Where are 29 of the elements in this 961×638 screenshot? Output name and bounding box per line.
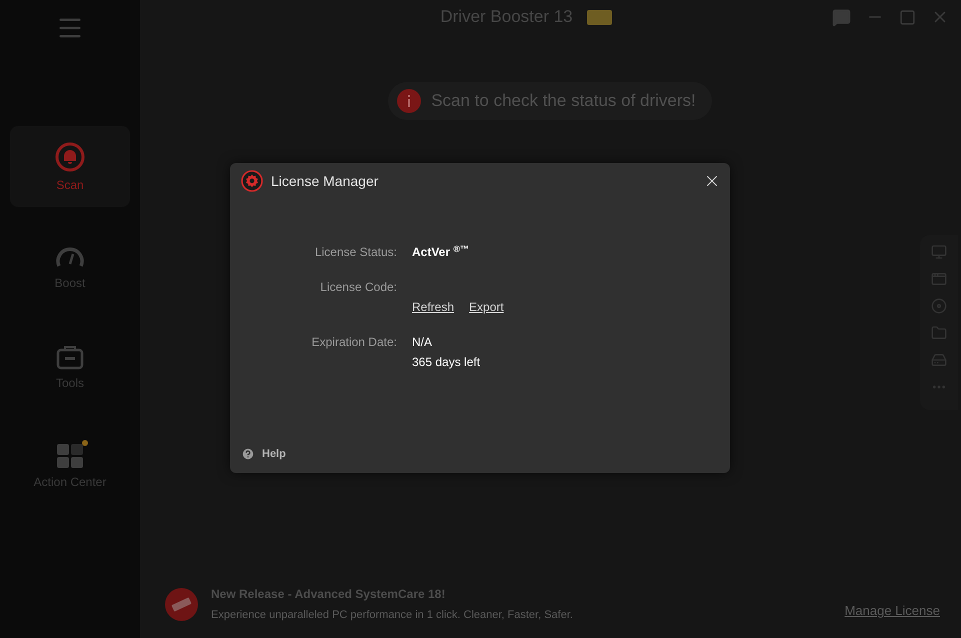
field-label: License Status:: [314, 244, 397, 261]
text-link[interactable]: Refresh: [412, 297, 454, 317]
help-icon[interactable]: [241, 447, 255, 461]
bell-ring-icon: [55, 142, 85, 172]
promo-subtitle: Experience unparalleled PC performance in 1 click. Cleaner, Faster, Safer.: [211, 608, 574, 623]
field-value: N/A: [412, 334, 434, 351]
badge-icon: [586, 10, 612, 24]
info-icon: [397, 89, 422, 113]
round-badge-icon: [165, 588, 198, 620]
monitor-icon[interactable]: [931, 244, 947, 260]
window-icon[interactable]: [931, 271, 947, 287]
disc-icon[interactable]: [931, 298, 947, 314]
folder-icon[interactable]: [931, 325, 947, 341]
field-value: ActVer $^{®™}$: [412, 242, 469, 261]
chat-icon[interactable]: [832, 8, 851, 26]
sidebar-item[interactable]: Scan: [10, 126, 130, 207]
field-label: License Code:: [319, 279, 397, 296]
text-link[interactable]: Export: [469, 297, 504, 317]
gear-logo-icon: [241, 170, 263, 192]
field-value: 365 days left: [412, 354, 480, 371]
dialog-title: License Manager: [271, 172, 380, 191]
help-link[interactable]: Help: [262, 446, 286, 462]
drive-icon[interactable]: [931, 352, 947, 368]
manage-license-link[interactable]: Manage License: [844, 601, 940, 621]
grid-icon: [56, 444, 84, 469]
maximize-icon[interactable]: [899, 8, 916, 26]
sidebar-label: Scan: [56, 178, 84, 192]
field-label: Expiration Date:: [310, 334, 397, 351]
toolbox-icon: [56, 344, 84, 370]
